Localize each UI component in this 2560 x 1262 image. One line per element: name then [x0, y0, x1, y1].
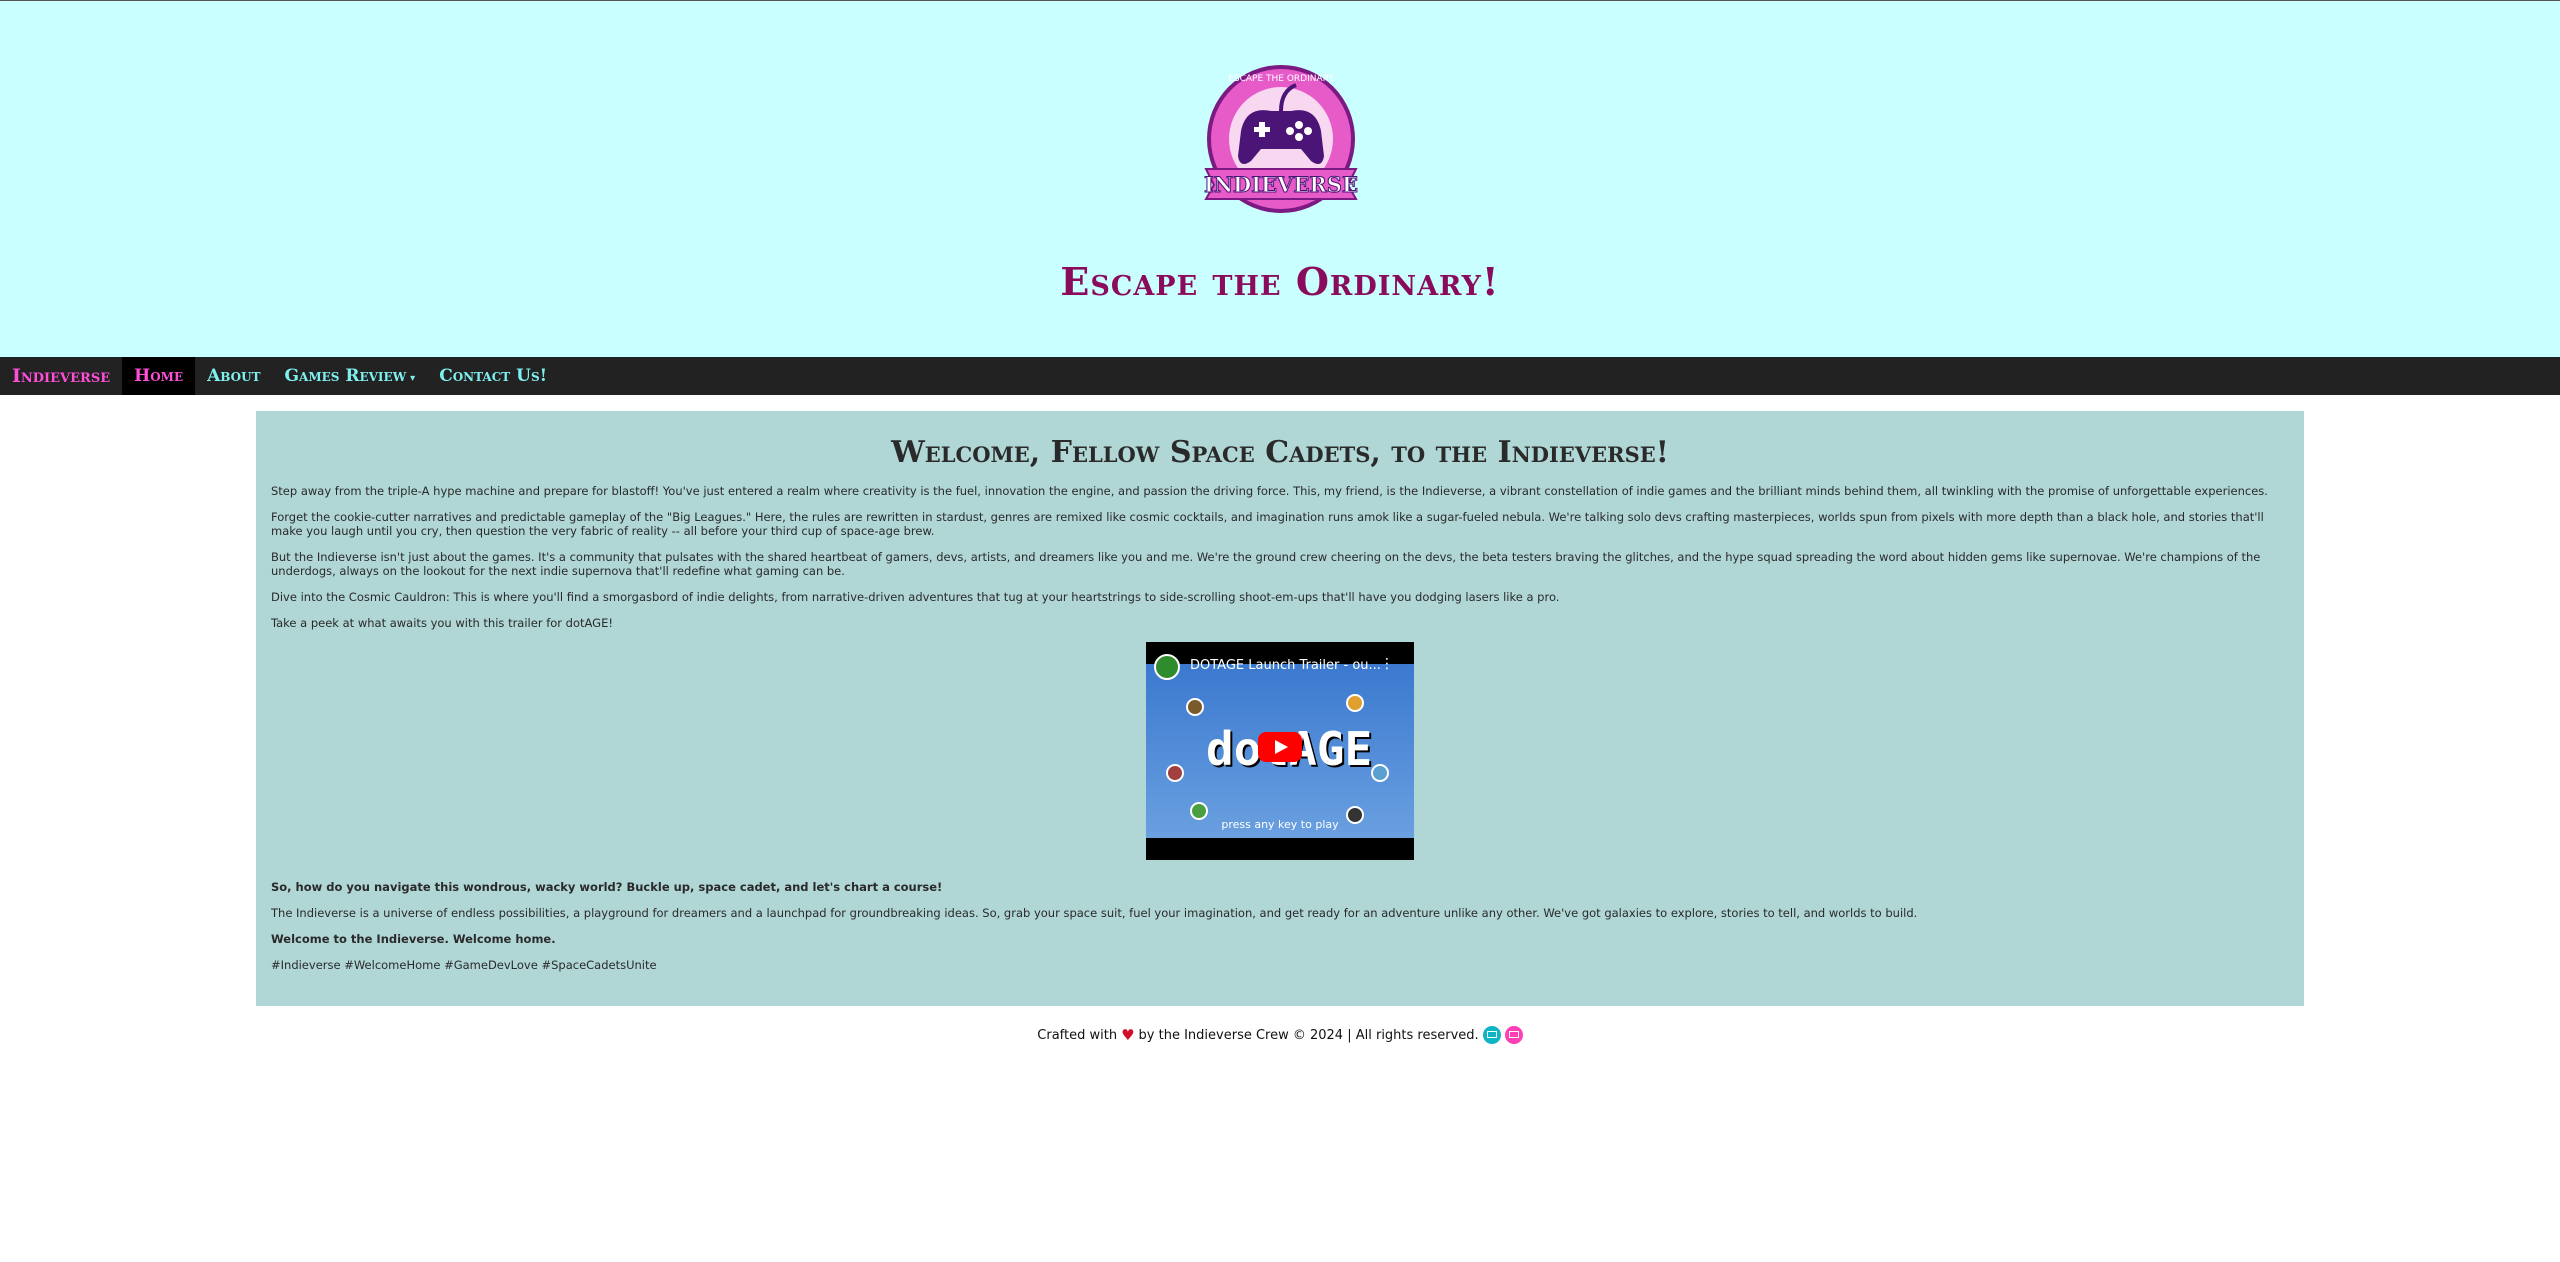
hashtags: #Indieverse #WelcomeHome #GameDevLove #S…: [271, 958, 657, 972]
nav-games-review[interactable]: Games Review ▾: [273, 357, 428, 395]
paragraph-community: But the Indieverse isn't just about the …: [271, 550, 2261, 578]
welcome-home: Welcome to the Indieverse. Welcome home.: [271, 932, 556, 946]
logo-top-text: ESCAPE THE ORDINARY: [1228, 74, 1334, 84]
nav-brand[interactable]: Indieverse: [0, 357, 122, 395]
navigate-question: So, how do you navigate this wondrous, w…: [271, 880, 943, 894]
channel-avatar[interactable]: [1154, 654, 1180, 680]
indieverse-logo[interactable]: INDIEVERSE ESCAPE THE ORDINARY: [1196, 61, 1366, 221]
paragraph-big-leagues: Forget the cookie-cutter narratives and …: [271, 510, 2264, 538]
chevron-down-icon: ▾: [410, 373, 416, 384]
main-navbar: Indieverse Home About Games Review ▾ Cont…: [0, 357, 2560, 395]
intro-paragraph: Step away from the triple-A hype machine…: [271, 484, 2268, 498]
footer: Crafted with ♥ by the Indieverse Crew © …: [0, 1026, 2560, 1044]
hero-header: INDIEVERSE ESCAPE THE ORDINARY Escape th…: [0, 1, 2560, 357]
youtube-video-embed[interactable]: DOTAGE Launch Trailer - ou... ⋮ dotAGE p…: [1146, 642, 1414, 860]
footer-copyright: by the Indieverse Crew © 2024 | All righ…: [1138, 1027, 1479, 1043]
summary-paragraph: The Indieverse is a universe of endless …: [271, 906, 1918, 920]
footer-crafted: Crafted with: [1037, 1027, 1118, 1043]
press-key-text: press any key to play: [1221, 818, 1339, 831]
play-button-icon[interactable]: [1258, 732, 1302, 762]
logo-banner-text: INDIEVERSE: [1204, 172, 1358, 197]
video-title[interactable]: DOTAGE Launch Trailer - ou...: [1190, 658, 1381, 673]
nav-games-review-label: Games Review: [284, 366, 407, 386]
paragraph-trailer-intro: Take a peek at what awaits you with this…: [271, 616, 613, 630]
nav-about[interactable]: About: [195, 357, 272, 395]
more-options-icon[interactable]: ⋮: [1380, 656, 1394, 672]
nav-home[interactable]: Home: [122, 357, 196, 395]
steam-icon[interactable]: [1482, 1026, 1501, 1044]
mail-icon[interactable]: [1504, 1026, 1523, 1044]
paragraph-cauldron: Dive into the Cosmic Cauldron: This is w…: [271, 590, 1560, 604]
heart-icon: ♥: [1121, 1026, 1135, 1044]
page-title: Welcome, Fellow Space Cadets, to the Ind…: [891, 435, 1669, 470]
nav-contact[interactable]: Contact Us!: [427, 357, 559, 395]
tagline: Escape the Ordinary!: [1060, 259, 1500, 304]
main-content: Welcome, Fellow Space Cadets, to the Ind…: [256, 411, 2304, 1006]
